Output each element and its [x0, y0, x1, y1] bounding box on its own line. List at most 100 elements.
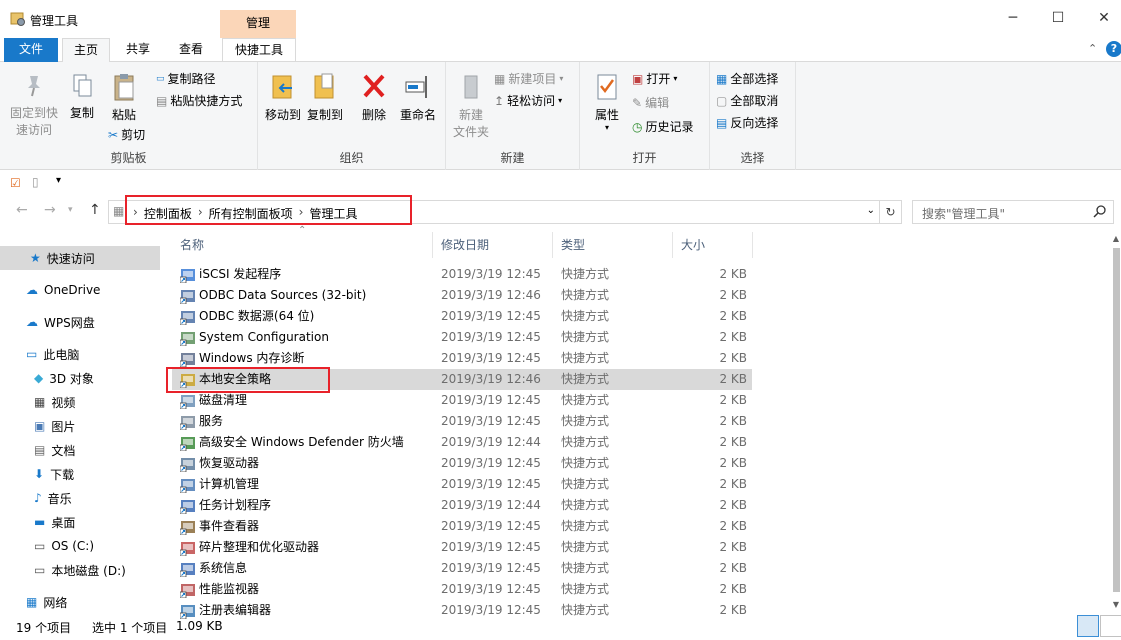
file-date: 2019/3/19 12:45	[441, 540, 541, 554]
select-none-button[interactable]: ▢ 全部取消	[716, 92, 778, 109]
cut-button[interactable]: ✂ 剪切	[108, 126, 145, 143]
clipboard-group-label: 剪贴板	[110, 151, 147, 165]
tab-share[interactable]: 共享	[114, 38, 162, 62]
table-row[interactable]: 磁盘清理 2019/3/19 12:45 快捷方式 2 KB	[172, 390, 752, 411]
select-all-button[interactable]: ▦ 全部选择	[716, 70, 778, 87]
open-button[interactable]: ▣ 打开 ▾	[632, 70, 677, 87]
pin-icon	[28, 76, 40, 97]
paste-shortcut-button[interactable]: ▤ 粘贴快捷方式	[156, 92, 242, 109]
file-name: 高级安全 Windows Defender 防火墙	[199, 435, 404, 449]
tab-file[interactable]: 文件	[4, 38, 58, 62]
column-header-date[interactable]: 修改日期	[433, 232, 553, 258]
nav-this-pc[interactable]: ▭ 此电脑	[0, 342, 160, 366]
status-selected: 选中 1 个项目	[92, 621, 168, 635]
search-box[interactable]: 搜索"管理工具"	[912, 200, 1114, 224]
recent-locations-icon[interactable]: ▾	[68, 205, 73, 215]
maximize-button[interactable]: ☐	[1048, 8, 1068, 28]
table-row[interactable]: 碎片整理和优化驱动器 2019/3/19 12:45 快捷方式 2 KB	[172, 537, 752, 558]
nav-quick-access[interactable]: ★ 快速访问	[0, 246, 160, 270]
file-type: 快捷方式	[561, 267, 610, 281]
music-icon: ♪	[34, 491, 42, 505]
properties-check-icon	[597, 74, 617, 100]
open-group-label: 打开	[632, 151, 657, 165]
file-name-cell: Windows 内存诊断	[180, 348, 304, 369]
table-row[interactable]: 任务计划程序 2019/3/19 12:44 快捷方式 2 KB	[172, 495, 752, 516]
scroll-thumb[interactable]	[1113, 248, 1120, 592]
table-row[interactable]: 高级安全 Windows Defender 防火墙 2019/3/19 12:44…	[172, 432, 752, 453]
table-row[interactable]: ODBC 数据源(64 位) 2019/3/19 12:45 快捷方式 2 KB	[172, 306, 752, 327]
customize-qat-icon[interactable]: ▾	[56, 175, 61, 186]
file-type: 快捷方式	[561, 561, 610, 575]
file-date: 2019/3/19 12:45	[441, 267, 541, 281]
nav-documents[interactable]: ▤ 文档	[0, 438, 160, 462]
file-size: 2 KB	[719, 519, 747, 533]
easy-access-button[interactable]: ↥ 轻松访问 ▾	[494, 92, 562, 109]
vertical-scrollbar[interactable]: ▲ ▼	[1111, 232, 1121, 612]
nav-desktop[interactable]: ▬ 桌面	[0, 510, 160, 534]
close-button[interactable]: ✕	[1094, 8, 1114, 28]
column-header-type[interactable]: 类型	[553, 232, 673, 258]
paste-icon	[114, 74, 134, 101]
new-item-button[interactable]: ▦ 新建项目 ▾	[494, 70, 563, 87]
table-row[interactable]: 计算机管理 2019/3/19 12:45 快捷方式 2 KB	[172, 474, 752, 495]
table-row[interactable]: ODBC Data Sources (32-bit) 2019/3/19 12:4…	[172, 285, 752, 306]
nav-wps[interactable]: ☁ WPS网盘	[0, 310, 160, 334]
nav-os-c[interactable]: ▭ OS (C:)	[0, 534, 160, 558]
large-icons-view-icon[interactable]	[1100, 615, 1121, 637]
minimize-button[interactable]: ─	[1003, 8, 1023, 28]
table-row[interactable]: System Configuration 2019/3/19 12:45 快捷方式 2…	[172, 327, 752, 348]
status-bar: 19 个项目 选中 1 个项目 1.09 KB	[0, 616, 1121, 640]
nav-local-d[interactable]: ▭ 本地磁盘 (D:)	[0, 558, 160, 582]
nav-network[interactable]: ▦ 网络	[0, 590, 160, 614]
new-folder-button[interactable]: 新建 文件夹	[452, 72, 490, 140]
properties-check-icon[interactable]: ☑	[10, 176, 21, 190]
copy-button[interactable]: 复制	[64, 72, 100, 121]
move-to-button[interactable]: 移动到	[264, 72, 302, 123]
table-row[interactable]: 服务 2019/3/19 12:45 快捷方式 2 KB	[172, 411, 752, 432]
copy-path-button[interactable]: ▭ 复制路径	[156, 70, 216, 87]
copy-to-button[interactable]: 复制到	[306, 72, 344, 123]
file-type: 快捷方式	[561, 351, 610, 365]
nav-downloads[interactable]: ⬇ 下载	[0, 462, 160, 486]
table-row[interactable]: iSCSI 发起程序 2019/3/19 12:45 快捷方式 2 KB	[172, 264, 752, 285]
history-button[interactable]: ◷ 历史记录	[632, 118, 694, 135]
column-header-size[interactable]: 大小	[673, 232, 753, 258]
details-view-icon[interactable]	[1077, 615, 1099, 637]
table-row[interactable]: 系统信息 2019/3/19 12:45 快捷方式 2 KB	[172, 558, 752, 579]
address-dropdown-icon[interactable]: ⌄	[867, 205, 875, 216]
nav-pictures[interactable]: ▣ 图片	[0, 414, 160, 438]
properties-button[interactable]: 属性 ▾	[588, 72, 626, 132]
table-row[interactable]: 恢复驱动器 2019/3/19 12:45 快捷方式 2 KB	[172, 453, 752, 474]
pin-quick-access-button[interactable]: 固定到快 速访问	[6, 72, 62, 138]
help-icon[interactable]: ?	[1106, 41, 1121, 57]
up-arrow-icon[interactable]: ↑	[89, 202, 101, 218]
scroll-up-icon[interactable]: ▲	[1111, 234, 1121, 243]
nav-videos[interactable]: ▦ 视频	[0, 390, 160, 414]
open-icon: ▣	[632, 71, 644, 86]
tab-view[interactable]: 查看	[166, 38, 216, 62]
column-header-name[interactable]: 名称	[172, 232, 433, 258]
context-tab-header: 管理	[220, 10, 296, 38]
tab-home[interactable]: 主页	[62, 38, 110, 63]
scroll-down-icon[interactable]: ▼	[1111, 600, 1121, 609]
refresh-icon[interactable]: ↻	[880, 200, 902, 224]
copy-to-icon	[314, 73, 334, 99]
paste-button[interactable]: 粘贴	[106, 72, 142, 123]
back-arrow-icon[interactable]: ←	[16, 202, 28, 218]
table-row[interactable]: 事件查看器 2019/3/19 12:45 快捷方式 2 KB	[172, 516, 752, 537]
nav-music[interactable]: ♪ 音乐	[0, 486, 160, 510]
forward-arrow-icon[interactable]: →	[44, 202, 56, 218]
tab-manage-shortcut-tools[interactable]: 快捷工具	[222, 38, 296, 62]
nav-3d-objects[interactable]: ◆ 3D 对象	[0, 366, 160, 390]
select-all-icon: ▦	[716, 71, 728, 86]
edit-button[interactable]: ✎ 编辑	[632, 94, 669, 111]
collapse-ribbon-icon[interactable]: ⌃	[1088, 42, 1097, 55]
rename-button[interactable]: 重命名	[396, 72, 440, 123]
file-date: 2019/3/19 12:45	[441, 519, 541, 533]
delete-button[interactable]: 删除	[356, 72, 392, 123]
table-row[interactable]: 性能监视器 2019/3/19 12:45 快捷方式 2 KB	[172, 579, 752, 600]
new-folder-icon[interactable]: ▯	[32, 175, 39, 189]
nav-onedrive[interactable]: ☁ OneDrive	[0, 278, 160, 302]
invert-selection-button[interactable]: ▤ 反向选择	[716, 114, 778, 131]
table-row[interactable]: Windows 内存诊断 2019/3/19 12:45 快捷方式 2 KB	[172, 348, 752, 369]
